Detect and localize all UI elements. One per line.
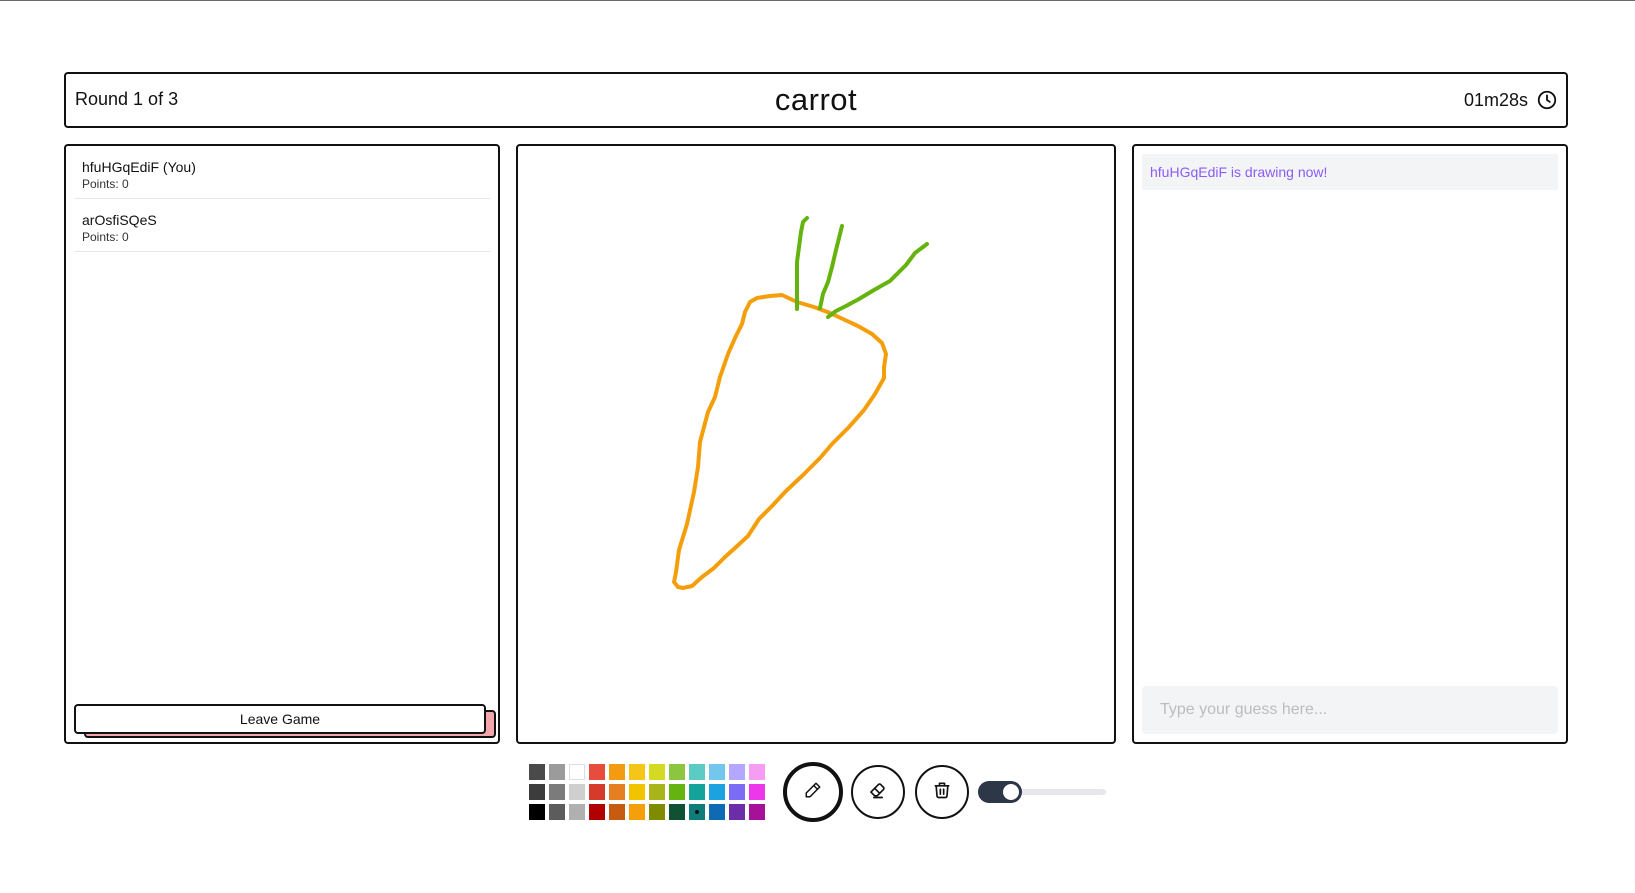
current-word: carrot xyxy=(774,82,858,117)
eraser-icon xyxy=(868,780,888,805)
clear-canvas-button[interactable] xyxy=(915,765,969,819)
top-border xyxy=(0,0,1635,1)
selected-color-indicator xyxy=(695,810,699,814)
slider-handle[interactable] xyxy=(1001,782,1021,802)
color-swatch[interactable] xyxy=(549,784,565,800)
color-swatch[interactable] xyxy=(729,764,745,780)
color-swatch[interactable] xyxy=(589,784,605,800)
color-swatch[interactable] xyxy=(689,804,705,820)
pencil-icon xyxy=(804,781,822,804)
trash-icon xyxy=(932,780,952,805)
color-swatch[interactable] xyxy=(529,804,545,820)
color-swatch[interactable] xyxy=(649,784,665,800)
drawing-stroke xyxy=(672,293,888,590)
chat-message: hfuHGqEdiF is drawing now! xyxy=(1142,154,1558,190)
timer: 01m28s xyxy=(1464,89,1558,111)
color-swatch[interactable] xyxy=(609,804,625,820)
color-swatch[interactable] xyxy=(529,784,545,800)
color-swatch[interactable] xyxy=(529,764,545,780)
color-swatch[interactable] xyxy=(669,764,685,780)
color-swatch[interactable] xyxy=(669,804,685,820)
drawing-stroke xyxy=(795,216,809,311)
color-swatch[interactable] xyxy=(569,784,585,800)
game-header: Round 1 of 3 carrot 01m28s xyxy=(64,72,1568,128)
player-item: arOsfiSQeS Points: 0 xyxy=(74,199,490,252)
color-swatch[interactable] xyxy=(609,784,625,800)
color-swatch[interactable] xyxy=(549,764,565,780)
color-swatch[interactable] xyxy=(749,804,765,820)
color-swatch[interactable] xyxy=(569,764,585,780)
color-swatch[interactable] xyxy=(609,764,625,780)
color-swatch[interactable] xyxy=(709,804,725,820)
color-swatch[interactable] xyxy=(589,764,605,780)
players-panel: hfuHGqEdiF (You) Points: 0 arOsfiSQeS Po… xyxy=(64,144,500,744)
color-swatch[interactable] xyxy=(629,804,645,820)
timer-text: 01m28s xyxy=(1463,89,1528,110)
player-points: Points: 0 xyxy=(82,177,129,191)
color-palette xyxy=(529,764,765,820)
drawing-stroke xyxy=(826,242,929,319)
player-name: hfuHGqEdiF (You) xyxy=(82,159,196,175)
color-swatch[interactable] xyxy=(649,804,665,820)
chat-panel: hfuHGqEdiF is drawing now! xyxy=(1132,144,1568,744)
color-swatch[interactable] xyxy=(589,804,605,820)
brush-size-slider[interactable] xyxy=(978,781,1108,803)
color-swatch[interactable] xyxy=(689,764,705,780)
color-swatch[interactable] xyxy=(569,804,585,820)
guess-input[interactable] xyxy=(1142,686,1558,734)
drawing-surface[interactable] xyxy=(518,146,1114,742)
leave-game-button[interactable]: Leave Game xyxy=(74,704,486,734)
color-swatch[interactable] xyxy=(629,764,645,780)
color-swatch[interactable] xyxy=(649,764,665,780)
drawing-stroke xyxy=(818,224,844,310)
color-swatch[interactable] xyxy=(709,784,725,800)
player-points: Points: 0 xyxy=(82,230,129,244)
player-name: arOsfiSQeS xyxy=(82,212,157,228)
color-swatch[interactable] xyxy=(629,784,645,800)
pencil-tool-button[interactable] xyxy=(783,762,843,822)
color-swatch[interactable] xyxy=(669,784,685,800)
color-swatch[interactable] xyxy=(749,764,765,780)
color-swatch[interactable] xyxy=(549,804,565,820)
color-swatch[interactable] xyxy=(729,784,745,800)
drawing-canvas[interactable] xyxy=(516,144,1116,744)
eraser-tool-button[interactable] xyxy=(851,765,905,819)
color-swatch[interactable] xyxy=(689,784,705,800)
color-swatch[interactable] xyxy=(729,804,745,820)
clock-icon xyxy=(1536,89,1558,111)
color-swatch[interactable] xyxy=(709,764,725,780)
player-item: hfuHGqEdiF (You) Points: 0 xyxy=(74,146,490,199)
color-swatch[interactable] xyxy=(749,784,765,800)
